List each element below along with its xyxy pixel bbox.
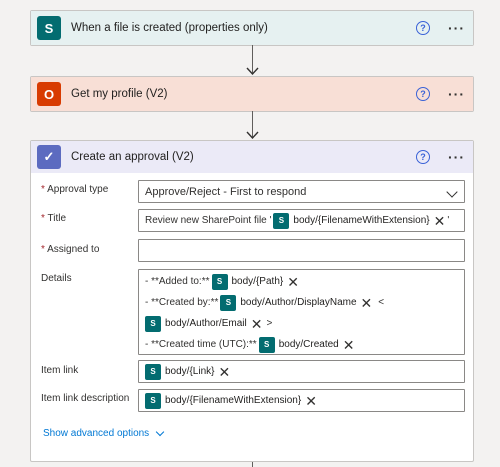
sharepoint-icon: S — [273, 212, 290, 229]
help-icon[interactable]: ? — [416, 21, 430, 35]
create-approval-card-header[interactable]: ✓ Create an approval (V2) ? ··· — [31, 141, 473, 173]
details-text: - **Added to:** — [145, 276, 210, 287]
approval-type-label-text: Approval type — [47, 184, 109, 195]
remove-token-icon[interactable]: ✕ — [343, 338, 355, 352]
show-advanced-options-label: Show advanced options — [43, 428, 150, 439]
step-title: Create an approval (V2) — [71, 151, 194, 163]
remove-token-icon[interactable]: ✕ — [251, 317, 263, 331]
title-suffix-text: ' — [447, 215, 450, 226]
item-link-description-label: Item link description — [41, 393, 130, 404]
token-label: body/Created — [278, 339, 339, 350]
required-marker: * — [41, 244, 45, 255]
step-title: When a file is created (properties only) — [71, 22, 268, 34]
more-options-icon[interactable]: ··· — [448, 87, 465, 101]
details-line: - **Added to:** S body/{Path} ✕ — [139, 271, 464, 292]
sharepoint-icon: S — [145, 363, 161, 380]
dynamic-content-token[interactable]: S body/{Link} ✕ — [145, 363, 230, 381]
trigger-card-header[interactable]: S When a file is created (properties onl… — [31, 11, 473, 45]
token-label: body/{FilenameWithExtension} — [293, 215, 430, 226]
title-prefix-text: Review new SharePoint file ' — [145, 215, 272, 226]
help-icon[interactable]: ? — [416, 150, 430, 164]
remove-token-icon[interactable]: ✕ — [305, 394, 317, 408]
required-marker: * — [41, 184, 45, 195]
assigned-to-value — [139, 240, 464, 261]
sharepoint-icon: S — [258, 336, 275, 353]
details-text: - **Created by:** — [145, 297, 219, 308]
remove-token-icon[interactable]: ✕ — [219, 365, 231, 379]
get-profile-card-header[interactable]: O Get my profile (V2) ? ··· — [31, 77, 473, 111]
token-label: body/Author/Email — [165, 318, 247, 329]
required-marker: * — [41, 213, 45, 224]
approval-icon: ✓ — [37, 145, 61, 169]
remove-token-icon[interactable]: ✕ — [287, 275, 299, 289]
assigned-to-label-text: Assigned to — [47, 244, 100, 255]
item-link-field[interactable]: S body/{Link} ✕ — [138, 360, 465, 383]
dynamic-content-token[interactable]: S body/Author/Email ✕ — [145, 315, 262, 333]
title-label: * Title — [41, 213, 66, 224]
details-text: < — [378, 297, 385, 308]
sharepoint-icon: S — [211, 273, 228, 290]
details-field[interactable]: - **Added to:** S body/{Path} ✕ - **Crea… — [138, 269, 465, 355]
assigned-to-label: * Assigned to — [41, 244, 99, 255]
dynamic-content-token[interactable]: S body/{Path} ✕ — [211, 273, 299, 291]
help-icon[interactable]: ? — [416, 87, 430, 101]
office365-icon: O — [37, 82, 61, 106]
item-link-label: Item link — [41, 365, 79, 376]
sharepoint-icon: S — [37, 16, 61, 40]
connector-arrowhead — [246, 131, 259, 139]
title-label-text: Title — [47, 213, 67, 224]
details-label: Details — [41, 273, 72, 284]
remove-token-icon[interactable]: ✕ — [361, 296, 373, 310]
remove-token-icon[interactable]: ✕ — [434, 214, 446, 228]
dynamic-content-token[interactable]: S body/Created ✕ — [258, 336, 355, 354]
more-options-icon[interactable]: ··· — [448, 150, 465, 164]
sharepoint-icon: S — [145, 392, 161, 409]
details-line: S body/Author/Email ✕ > — [139, 313, 464, 334]
title-field[interactable]: Review new SharePoint file ' S body/{Fil… — [138, 209, 465, 232]
connector-arrowhead — [246, 67, 259, 75]
approval-type-select[interactable]: Approve/Reject - First to respond — [138, 180, 465, 203]
details-text: > — [266, 318, 273, 329]
get-profile-card[interactable]: O Get my profile (V2) ? ··· — [30, 76, 474, 112]
create-approval-card[interactable]: ✓ Create an approval (V2) ? ··· * Approv… — [30, 140, 474, 462]
details-line: - **Created by:** S body/Author/DisplayN… — [139, 292, 464, 313]
assigned-to-field[interactable] — [138, 239, 465, 262]
dynamic-content-token[interactable]: S body/Author/DisplayName ✕ — [220, 294, 372, 312]
details-text: - **Created time (UTC):** — [145, 339, 257, 350]
dynamic-content-token[interactable]: S body/{FilenameWithExtension} ✕ — [145, 392, 317, 410]
token-label: body/{Link} — [165, 366, 215, 377]
details-line: - **Created time (UTC):** S body/Created… — [139, 334, 464, 355]
more-options-icon[interactable]: ··· — [448, 21, 465, 35]
token-label: body/{Path} — [231, 276, 284, 287]
step-title: Get my profile (V2) — [71, 88, 168, 100]
dynamic-content-token[interactable]: S body/{FilenameWithExtension} ✕ — [273, 212, 445, 230]
item-link-description-field[interactable]: S body/{FilenameWithExtension} ✕ — [138, 389, 465, 412]
sharepoint-icon: S — [145, 315, 161, 332]
chevron-down-icon — [155, 427, 165, 437]
token-label: body/{FilenameWithExtension} — [165, 395, 302, 406]
token-label: body/Author/DisplayName — [240, 297, 357, 308]
sharepoint-icon: S — [220, 294, 237, 311]
trigger-card[interactable]: S When a file is created (properties onl… — [30, 10, 474, 46]
approval-type-value: Approve/Reject - First to respond — [145, 185, 307, 198]
approval-type-label: * Approval type — [41, 184, 108, 195]
show-advanced-options-link[interactable]: Show advanced options — [43, 427, 165, 439]
connector-line — [252, 462, 253, 467]
